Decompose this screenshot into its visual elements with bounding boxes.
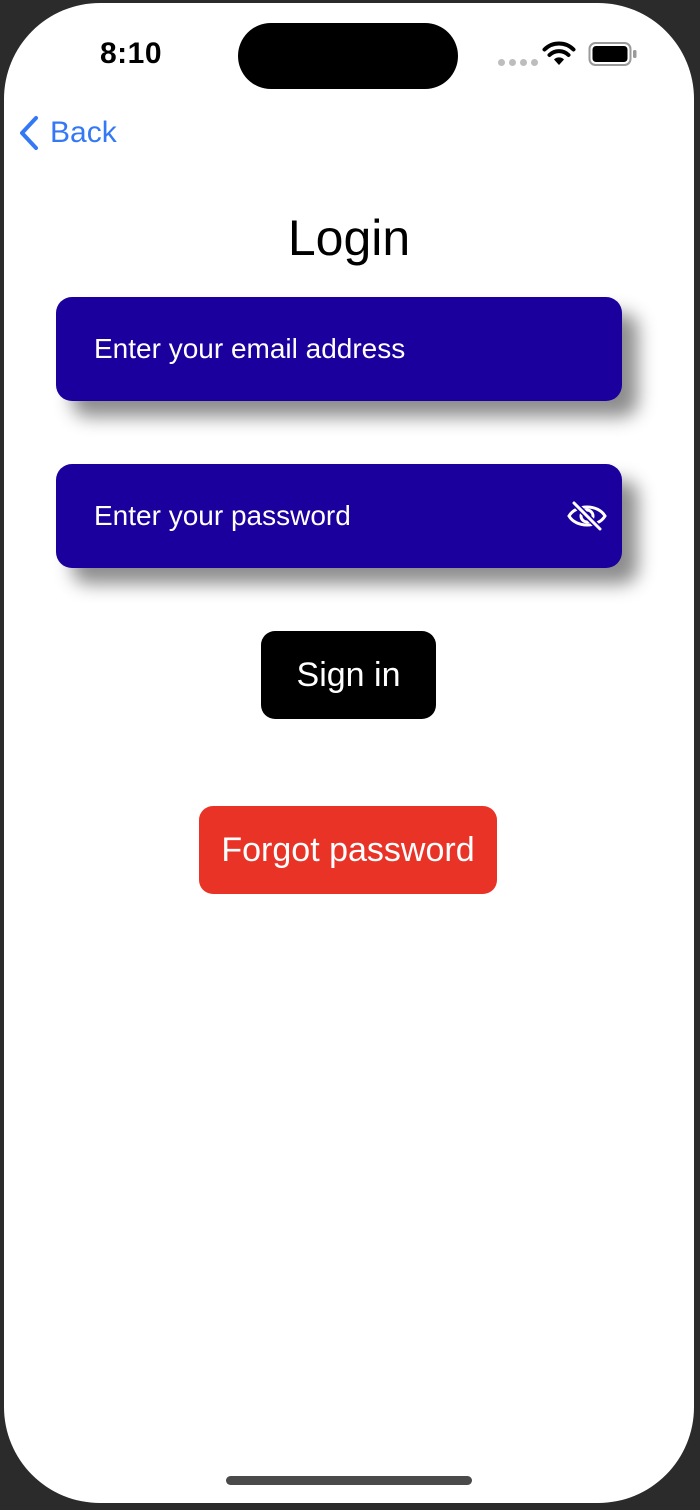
status-time: 8:10 [100, 37, 163, 70]
eye-slash-icon[interactable] [566, 500, 608, 532]
chevron-left-icon [20, 116, 38, 150]
home-indicator[interactable] [226, 1476, 472, 1485]
device-frame: 8:10 Back Login Enter your email address… [0, 0, 700, 1510]
sign-in-button[interactable]: Sign in [261, 631, 436, 719]
password-field[interactable] [92, 499, 526, 533]
email-field-container [56, 297, 622, 401]
dynamic-island [238, 23, 458, 89]
screen: 8:10 Back Login Enter your email address… [4, 3, 694, 1503]
wifi-icon [542, 41, 576, 65]
battery-icon [588, 42, 637, 66]
forgot-password-button[interactable]: Forgot password [199, 806, 497, 894]
back-label: Back [50, 116, 117, 149]
page-title: Login [287, 210, 411, 266]
back-button[interactable]: Back [18, 115, 117, 151]
cellular-signal-icon [498, 59, 538, 66]
password-field-container [56, 464, 622, 568]
email-field[interactable] [92, 332, 526, 366]
